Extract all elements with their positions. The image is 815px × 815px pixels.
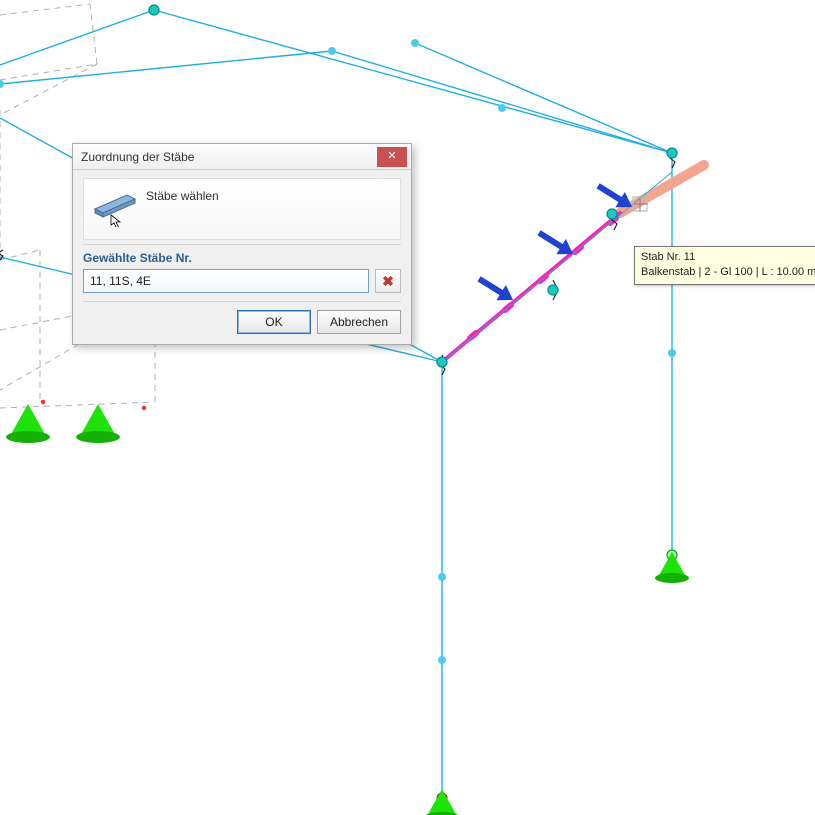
divider xyxy=(83,244,401,245)
dialog-title: Zuordnung der Stäbe xyxy=(81,150,194,164)
dialog-titlebar[interactable]: Zuordnung der Stäbe ✕ xyxy=(73,144,411,170)
selected-members-label: Gewählte Stäbe Nr. xyxy=(83,251,401,265)
ok-button[interactable]: OK xyxy=(237,310,311,334)
tooltip-line1: Stab Nr. 11 xyxy=(641,250,815,265)
member-tooltip: Stab Nr. 11 Balkenstab | 2 - Gl 100 | L … xyxy=(634,246,815,285)
beam-pick-icon xyxy=(90,185,140,229)
model-viewport[interactable] xyxy=(0,0,815,815)
close-icon: ✕ xyxy=(387,151,396,162)
assign-members-dialog: Zuordnung der Stäbe ✕ Stäbe wählen Gewäh… xyxy=(72,143,412,345)
divider xyxy=(83,301,401,302)
close-button[interactable]: ✕ xyxy=(377,147,407,167)
pick-members-label: Stäbe wählen xyxy=(140,185,219,203)
selected-members-input[interactable] xyxy=(83,269,369,293)
pick-members-panel[interactable]: Stäbe wählen xyxy=(83,178,401,240)
cancel-button[interactable]: Abbrechen xyxy=(317,310,401,334)
tooltip-line2: Balkenstab | 2 - Gl 100 | L : 10.00 m xyxy=(641,265,815,280)
clear-icon: ✖ xyxy=(382,273,394,290)
clear-selection-button[interactable]: ✖ xyxy=(375,269,401,293)
